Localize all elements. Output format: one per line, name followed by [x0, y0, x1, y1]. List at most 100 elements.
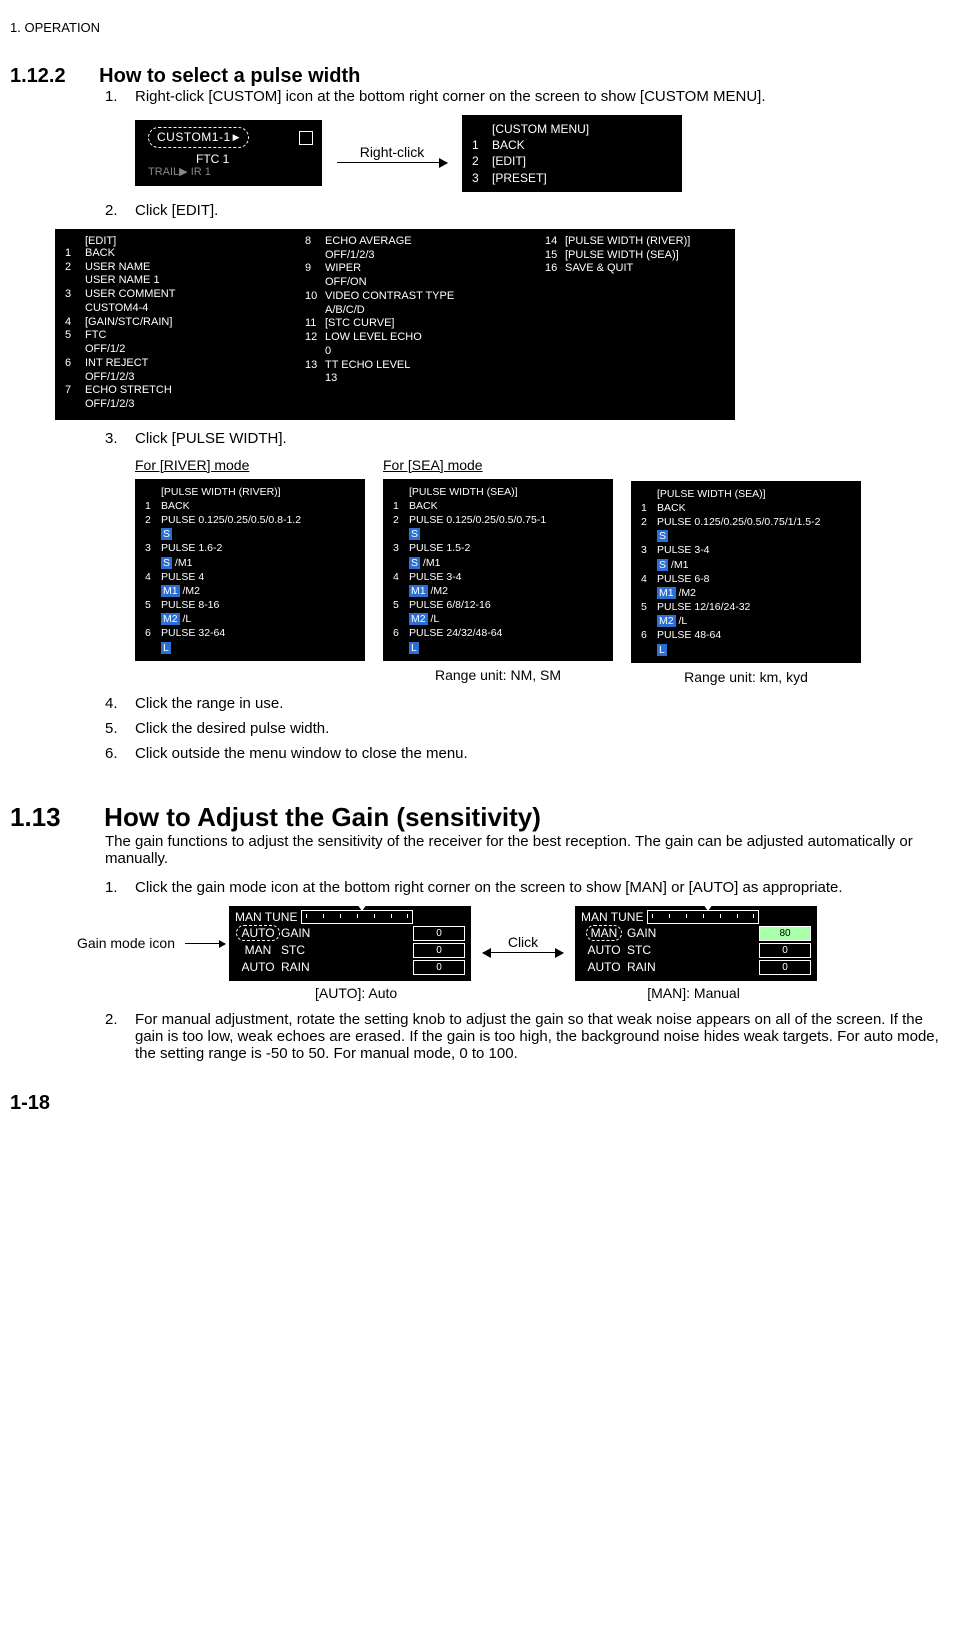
menu-item[interactable]: 16SAVE & QUIT [545, 262, 725, 276]
gain-mode-toggle[interactable]: MAN [586, 925, 623, 941]
menu-item[interactable]: 3PULSE 1.6-2 [145, 541, 355, 555]
section-1-12-2: 1.12.2 How to select a pulse width [10, 65, 955, 88]
page-header: 1. OPERATION [10, 20, 955, 35]
menu-item-back[interactable]: 1 BACK [472, 137, 672, 153]
menu-item[interactable]: 6PULSE 24/32/48-64 [393, 626, 603, 640]
menu-item[interactable]: 1BACK [641, 501, 851, 515]
menu-item[interactable]: 10VIDEO CONTRAST TYPE [305, 290, 545, 304]
menu-item[interactable]: 15[PULSE WIDTH (SEA)] [545, 249, 725, 263]
step-text: For manual adjustment, rotate the settin… [135, 1011, 955, 1062]
menu-item[interactable]: M1 /M2 [641, 586, 851, 600]
menu-item[interactable]: 5FTC [65, 329, 305, 343]
custom-icon-button[interactable]: CUSTOM1-1 ▶ [148, 127, 249, 147]
save-icon[interactable] [299, 131, 313, 145]
menu-item[interactable]: USER NAME 1 [65, 274, 305, 288]
menu-item[interactable]: 5PULSE 8-16 [145, 598, 355, 612]
menu-item[interactable]: OFF/1/2/3 [65, 371, 305, 385]
gain-man-panel: MAN TUNEMANGAIN80AUTOSTC0AUTORAIN0 [575, 906, 817, 981]
menu-item[interactable]: OFF/1/2/3 [305, 249, 545, 263]
step-number: 2. [105, 1011, 135, 1062]
menu-item[interactable]: 13 [305, 372, 545, 386]
gain-value[interactable]: 0 [413, 926, 465, 941]
gain-row: AUTOGAIN0 [235, 926, 465, 941]
menu-item[interactable]: S [641, 529, 851, 543]
step-number: 4. [105, 695, 135, 712]
menu-item[interactable]: S [393, 527, 603, 541]
menu-item[interactable]: M2 /L [641, 614, 851, 628]
step-number: 1. [105, 88, 135, 105]
menu-item[interactable]: 4PULSE 6-8 [641, 572, 851, 586]
gain-value[interactable]: 80 [759, 926, 811, 941]
menu-item[interactable]: 1BACK [145, 499, 355, 513]
menu-item[interactable]: 3PULSE 3-4 [641, 543, 851, 557]
menu-item[interactable]: 2PULSE 0.125/0.25/0.5/0.8-1.2 [145, 513, 355, 527]
menu-item[interactable]: 13TT ECHO LEVEL [305, 359, 545, 373]
menu-item[interactable]: 6INT REJECT [65, 357, 305, 371]
menu-item[interactable]: M2 /L [393, 612, 603, 626]
step-text: Right-click [CUSTOM] icon at the bottom … [135, 88, 955, 105]
menu-item[interactable]: M1 /M2 [145, 584, 355, 598]
auto-caption: [AUTO]: Auto [315, 985, 397, 1001]
menu-item-edit[interactable]: 2 [EDIT] [472, 153, 672, 169]
menu-item[interactable]: 2PULSE 0.125/0.25/0.5/0.75/1/1.5-2 [641, 515, 851, 529]
menu-item[interactable]: 0 [305, 345, 545, 359]
gain-row: AUTORAIN0 [235, 960, 465, 975]
menu-item[interactable]: 4[GAIN/STC/RAIN] [65, 316, 305, 330]
menu-item[interactable]: 1BACK [65, 247, 305, 261]
menu-item[interactable]: 5PULSE 12/16/24-32 [641, 600, 851, 614]
range-unit-km: Range unit: km, kyd [631, 669, 861, 685]
menu-item[interactable]: 4PULSE 3-4 [393, 570, 603, 584]
menu-item[interactable]: S /M1 [641, 558, 851, 572]
menu-item[interactable]: 14[PULSE WIDTH (RIVER)] [545, 235, 725, 249]
menu-item[interactable]: OFF/ON [305, 276, 545, 290]
menu-item[interactable]: 2PULSE 0.125/0.25/0.5/0.75-1 [393, 513, 603, 527]
menu-item[interactable]: S /M1 [393, 556, 603, 570]
menu-item[interactable]: 6PULSE 32-64 [145, 626, 355, 640]
menu-item[interactable]: L [145, 641, 355, 655]
sea-mode-label: For [SEA] mode [383, 457, 613, 473]
menu-item[interactable]: 3USER COMMENT [65, 288, 305, 302]
click-arrow: Click [483, 934, 563, 953]
menu-item[interactable]: L [393, 641, 603, 655]
river-mode-label: For [RIVER] mode [135, 457, 365, 473]
menu-item[interactable]: 4PULSE 4 [145, 570, 355, 584]
step-1-gain: 1. Click the gain mode icon at the botto… [105, 879, 955, 896]
pulsewidth-river-panel: [PULSE WIDTH (RIVER)]1BACK2PULSE 0.125/0… [135, 479, 365, 661]
edit-col-2: 8ECHO AVERAGEOFF/1/2/39WIPEROFF/ON10VIDE… [305, 235, 545, 412]
menu-item[interactable]: L [641, 643, 851, 657]
step-number: 3. [105, 430, 135, 447]
gain-value[interactable]: 0 [759, 943, 811, 958]
pulsewidth-sea-km-panel: [PULSE WIDTH (SEA)]1BACK2PULSE 0.125/0.2… [631, 481, 861, 663]
menu-item[interactable]: 2USER NAME [65, 261, 305, 275]
menu-item[interactable]: 8ECHO AVERAGE [305, 235, 545, 249]
menu-item[interactable]: M1 /M2 [393, 584, 603, 598]
menu-item[interactable]: 1BACK [393, 499, 603, 513]
step-2: 2. Click [EDIT]. [105, 202, 955, 219]
page-number: 1-18 [10, 1092, 955, 1115]
step-1: 1. Right-click [CUSTOM] icon at the bott… [105, 88, 955, 105]
menu-item[interactable]: S /M1 [145, 556, 355, 570]
menu-item[interactable]: M2 /L [145, 612, 355, 626]
menu-item[interactable]: 3PULSE 1.5-2 [393, 541, 603, 555]
gain-row: AUTOSTC0 [581, 943, 811, 958]
menu-item[interactable]: 11[STC CURVE] [305, 317, 545, 331]
menu-item[interactable]: 6PULSE 48-64 [641, 628, 851, 642]
gain-value[interactable]: 0 [413, 943, 465, 958]
menu-item[interactable]: 12LOW LEVEL ECHO [305, 331, 545, 345]
menu-item[interactable]: OFF/1/2/3 [65, 398, 305, 412]
gain-value[interactable]: 0 [413, 960, 465, 975]
menu-item-preset[interactable]: 3 [PRESET] [472, 170, 672, 186]
edit-col-1: [EDIT]1BACK2USER NAMEUSER NAME 13USER CO… [65, 235, 305, 412]
step-text: Click [EDIT]. [135, 202, 955, 219]
menu-item[interactable]: 5PULSE 6/8/12-16 [393, 598, 603, 612]
menu-item[interactable]: 7ECHO STRETCH [65, 384, 305, 398]
menu-item[interactable]: A/B/C/D [305, 304, 545, 318]
menu-item[interactable]: OFF/1/2 [65, 343, 305, 357]
menu-item[interactable]: S [145, 527, 355, 541]
gain-mode-toggle[interactable]: AUTO [236, 925, 279, 941]
step-text: Click the range in use. [135, 695, 955, 712]
step-number: 2. [105, 202, 135, 219]
gain-value[interactable]: 0 [759, 960, 811, 975]
menu-item[interactable]: 9WIPER [305, 262, 545, 276]
menu-item[interactable]: CUSTOM4-4 [65, 302, 305, 316]
